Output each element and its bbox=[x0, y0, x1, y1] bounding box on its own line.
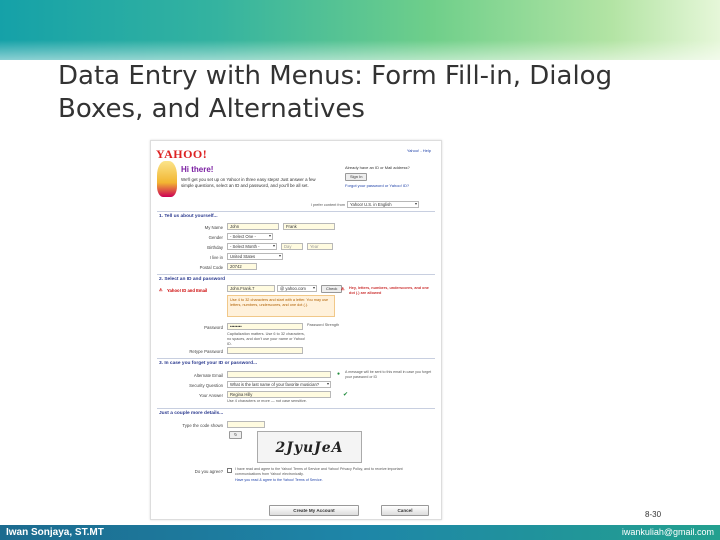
content-from-select[interactable]: Yahoo! U.S. in English bbox=[347, 201, 419, 208]
my-name-label: My Name bbox=[204, 225, 223, 230]
birthday-year-input[interactable]: Year bbox=[307, 243, 333, 250]
footer-author: Iwan Sonjaya, ST.MT bbox=[6, 527, 104, 538]
captcha-input[interactable] bbox=[227, 421, 265, 428]
birthday-day-input[interactable]: Day bbox=[281, 243, 303, 250]
birthday-month-select[interactable]: - Select Month - bbox=[227, 243, 277, 250]
section-4-heading: Just a couple more details... bbox=[159, 411, 224, 416]
answer-label: Your Answer bbox=[199, 393, 223, 398]
live-in-label: I live in bbox=[209, 255, 223, 260]
security-question-select[interactable]: What is the last name of your favorite m… bbox=[227, 381, 331, 388]
signin-button[interactable]: Sign In bbox=[345, 172, 368, 181]
alternate-email-label: Alternate Email bbox=[193, 373, 223, 378]
captcha-label: Type the code shown bbox=[182, 423, 223, 428]
signin-prompt: Already have an ID or Mail address? bbox=[345, 165, 410, 170]
answer-input[interactable]: Regina Hilly bbox=[227, 391, 331, 398]
postal-input[interactable]: 20742 bbox=[227, 263, 257, 270]
postal-label: Postal Code bbox=[199, 265, 223, 270]
check-button[interactable]: Check bbox=[321, 285, 343, 293]
divider bbox=[157, 408, 435, 409]
forgot-link[interactable]: Forgot your password or Yahoo! ID? bbox=[345, 183, 435, 189]
id-domain-select[interactable]: @ yahoo.com bbox=[277, 285, 317, 292]
password-input[interactable]: •••••••• bbox=[227, 323, 303, 330]
agree-note[interactable]: Have you read & agree to the Yahoo! Term… bbox=[235, 478, 425, 483]
create-account-button[interactable]: Create My Account bbox=[269, 505, 359, 516]
alternate-email-input[interactable] bbox=[227, 371, 331, 378]
live-in-select[interactable]: United States bbox=[227, 253, 283, 260]
gender-select[interactable]: - Select One - bbox=[227, 233, 273, 240]
checkmark-icon: ✔ bbox=[343, 392, 349, 398]
footer-bar: Iwan Sonjaya, ST.MT iwankuliah@gmail.com bbox=[0, 525, 720, 540]
mascot-avatar bbox=[157, 161, 177, 197]
signin-box: Already have an ID or Mail address? Sign… bbox=[345, 165, 435, 188]
slide-title: Data Entry with Menus: Form Fill-in, Dia… bbox=[58, 61, 613, 124]
refresh-captcha-icon[interactable]: ↻ bbox=[229, 431, 243, 439]
tip-warning-icon: ⚠ bbox=[341, 286, 345, 291]
cancel-button[interactable]: Cancel bbox=[381, 505, 429, 516]
footer-email: iwankuliah@gmail.com bbox=[621, 527, 714, 537]
id-tip: Hey, letters, numbers, underscores, and … bbox=[349, 286, 429, 295]
birthday-label: Birthday bbox=[207, 245, 223, 250]
slide-number: 8-30 bbox=[645, 510, 662, 519]
yahoo-logo: YAHOO! bbox=[156, 147, 208, 161]
intro-text: We'll get you set up on Yahoo! in three … bbox=[181, 177, 316, 188]
section-3-heading: 3. In case you forget your ID or passwor… bbox=[159, 361, 258, 366]
info-icon: ● bbox=[337, 371, 341, 377]
warning-icon: ⚠ bbox=[159, 287, 163, 292]
security-question-label: Security Question bbox=[189, 383, 223, 388]
password-strength-link[interactable]: Password Strength bbox=[307, 323, 347, 328]
divider bbox=[157, 211, 435, 212]
retype-password-input[interactable] bbox=[227, 347, 303, 354]
section-2-heading: 2. Select an ID and password bbox=[159, 277, 226, 282]
last-name-input[interactable]: Frank bbox=[283, 223, 335, 230]
id-input[interactable]: John.Frank.7 bbox=[227, 285, 275, 292]
divider bbox=[157, 358, 435, 359]
gender-label: Gender bbox=[208, 235, 223, 240]
agree-text: I have read and agree to the Yahoo! Term… bbox=[235, 467, 403, 476]
password-hint: Capitalization matters. Use 6 to 32 char… bbox=[227, 332, 306, 346]
divider bbox=[157, 274, 435, 275]
content-from-label: I prefer content from bbox=[310, 203, 345, 207]
agree-checkbox[interactable] bbox=[227, 468, 232, 473]
agree-label: Do you agree? bbox=[194, 469, 223, 474]
section-1-heading: 1. Tell us about yourself... bbox=[159, 214, 218, 219]
greeting: Hi there! bbox=[181, 165, 214, 174]
retype-password-label: Retype Password bbox=[189, 349, 223, 354]
captcha-image: 2JyuJeA bbox=[257, 431, 362, 463]
answer-hint: Use 4 characters or more — not case sens… bbox=[227, 399, 307, 403]
password-label: Password bbox=[204, 325, 223, 330]
id-label: Yahoo! ID and Email bbox=[167, 288, 208, 293]
id-hint-box: Use 4 to 32 characters and start with a … bbox=[227, 295, 335, 317]
first-name-input[interactable]: John bbox=[227, 223, 279, 230]
security-tip: A message will be sent to this email in … bbox=[345, 370, 432, 379]
top-links[interactable]: Yahoo! - Help bbox=[407, 148, 431, 153]
yahoo-signup-screenshot: YAHOO! Yahoo! - Help Hi there! We'll get… bbox=[150, 140, 442, 520]
